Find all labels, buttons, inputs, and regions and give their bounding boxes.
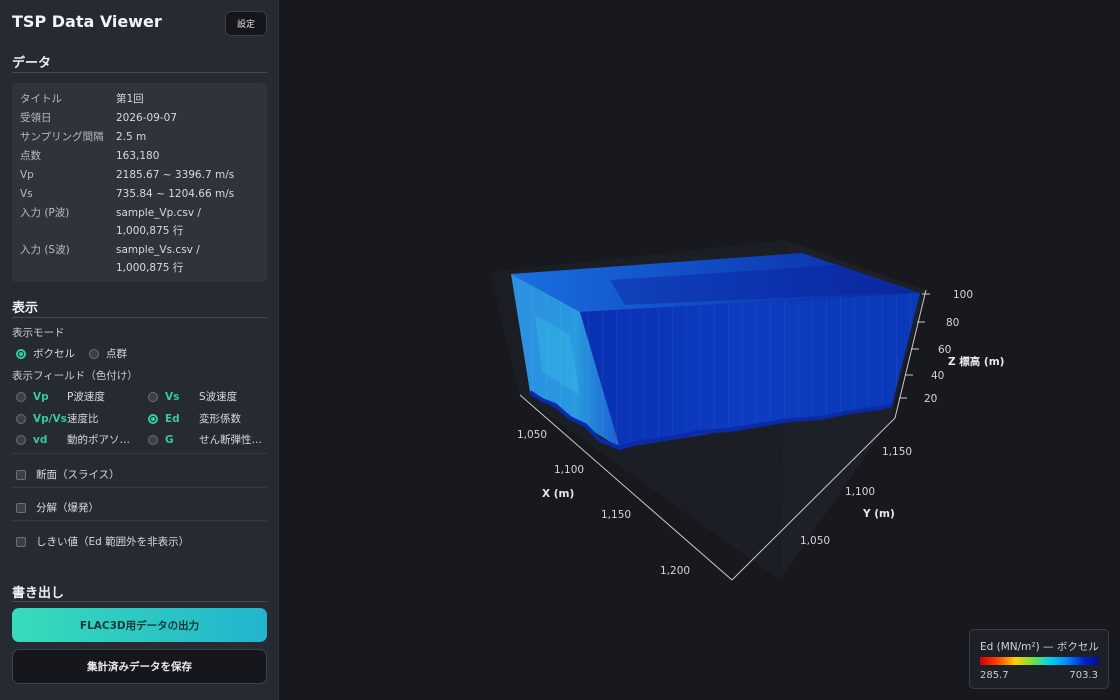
y-tick-label: 1,050 bbox=[800, 535, 830, 547]
checkbox-icon bbox=[16, 502, 26, 513]
x-tick-label: 1,200 bbox=[660, 565, 690, 577]
z-tick-label: 40 bbox=[931, 370, 944, 382]
z-tick-label: 100 bbox=[953, 289, 973, 301]
field-radio-ed[interactable]: Ed 変形係数 bbox=[148, 411, 241, 426]
radio-icon bbox=[16, 391, 26, 402]
radio-icon bbox=[89, 348, 99, 359]
display-mode-label: 表示モード bbox=[12, 327, 65, 339]
settings-button[interactable]: 設定 bbox=[225, 11, 267, 36]
data-section-heading: データ bbox=[12, 56, 52, 71]
colorbar-legend: Ed (MN/m²) — ボクセル 285.7 703.3 bbox=[969, 629, 1109, 689]
mode-radio-voxel[interactable]: ボクセル bbox=[16, 346, 75, 361]
radio-icon bbox=[16, 413, 26, 424]
slice-checkbox[interactable]: 断面（スライス） bbox=[16, 467, 120, 482]
radio-icon bbox=[16, 434, 26, 445]
y-tick-label: 1,150 bbox=[882, 446, 912, 458]
x-tick-label: 1,100 bbox=[554, 464, 584, 476]
legend-title: Ed (MN/m²) — ボクセル bbox=[980, 641, 1099, 653]
divider bbox=[12, 487, 267, 488]
z-tick-label: 60 bbox=[938, 344, 951, 356]
field-radio-vp[interactable]: Vp P波速度 bbox=[16, 389, 105, 404]
data-info-card: タイトル 第1回 受領日 2026-09-07 サンプリング間隔 2.5 m 点数 16… bbox=[12, 83, 267, 282]
x-tick-label: 1,150 bbox=[601, 509, 631, 521]
viewer-area: 100 80 60 40 20 Z 標高 (m) 1,050 1,100 1,1… bbox=[280, 0, 1120, 700]
x-tick-label: 1,050 bbox=[517, 429, 547, 441]
x-axis-title: X (m) bbox=[542, 488, 574, 500]
export-section-heading: 書き出し bbox=[12, 586, 65, 601]
threshold-checkbox[interactable]: しきい値（Ed 範囲外を非表示） bbox=[16, 534, 189, 549]
radio-selected-icon bbox=[148, 413, 158, 424]
z-tick-label: 80 bbox=[946, 317, 959, 329]
display-section-heading: 表示 bbox=[12, 301, 39, 316]
checkbox-icon bbox=[16, 469, 26, 480]
field-radio-vpvs[interactable]: Vp/Vs 速度比 bbox=[16, 411, 99, 426]
y-tick-label: 1,100 bbox=[845, 486, 875, 498]
z-axis-title: Z 標高 (m) bbox=[948, 355, 1004, 368]
divider bbox=[12, 601, 267, 602]
voxel-3d-plot[interactable]: 100 80 60 40 20 Z 標高 (m) 1,050 1,100 1,1… bbox=[280, 0, 1120, 700]
field-radio-g[interactable]: G せん断弾性… bbox=[148, 432, 262, 447]
radio-selected-icon bbox=[16, 348, 26, 359]
checkbox-icon bbox=[16, 536, 26, 547]
radio-icon bbox=[148, 434, 158, 445]
mode-radio-points[interactable]: 点群 bbox=[89, 346, 127, 361]
field-radio-vs[interactable]: Vs S波速度 bbox=[148, 389, 237, 404]
divider bbox=[12, 317, 267, 318]
radio-icon bbox=[148, 391, 158, 402]
display-field-label: 表示フィールド（色付け） bbox=[12, 370, 138, 382]
y-axis-title: Y (m) bbox=[862, 508, 895, 520]
save-aggregated-button[interactable]: 集計済みデータを保存 bbox=[12, 649, 267, 684]
legend-colorbar bbox=[980, 657, 1099, 665]
flac3d-export-button[interactable]: FLAC3D用データの出力 bbox=[12, 608, 267, 642]
legend-min-value: 285.7 bbox=[980, 670, 1009, 681]
z-tick-label: 20 bbox=[924, 393, 937, 405]
legend-max-value: 703.3 bbox=[1069, 670, 1098, 681]
divider bbox=[12, 520, 267, 521]
divider bbox=[12, 72, 267, 73]
sidebar: TSP Data Viewer 設定 データ タイトル 第1回 受領日 2026-0… bbox=[0, 0, 279, 700]
divider bbox=[12, 453, 267, 454]
app-title: TSP Data Viewer bbox=[12, 12, 162, 31]
explode-checkbox[interactable]: 分解（爆発） bbox=[16, 500, 99, 515]
field-radio-vd[interactable]: vd 動的ポアソ… bbox=[16, 432, 130, 447]
